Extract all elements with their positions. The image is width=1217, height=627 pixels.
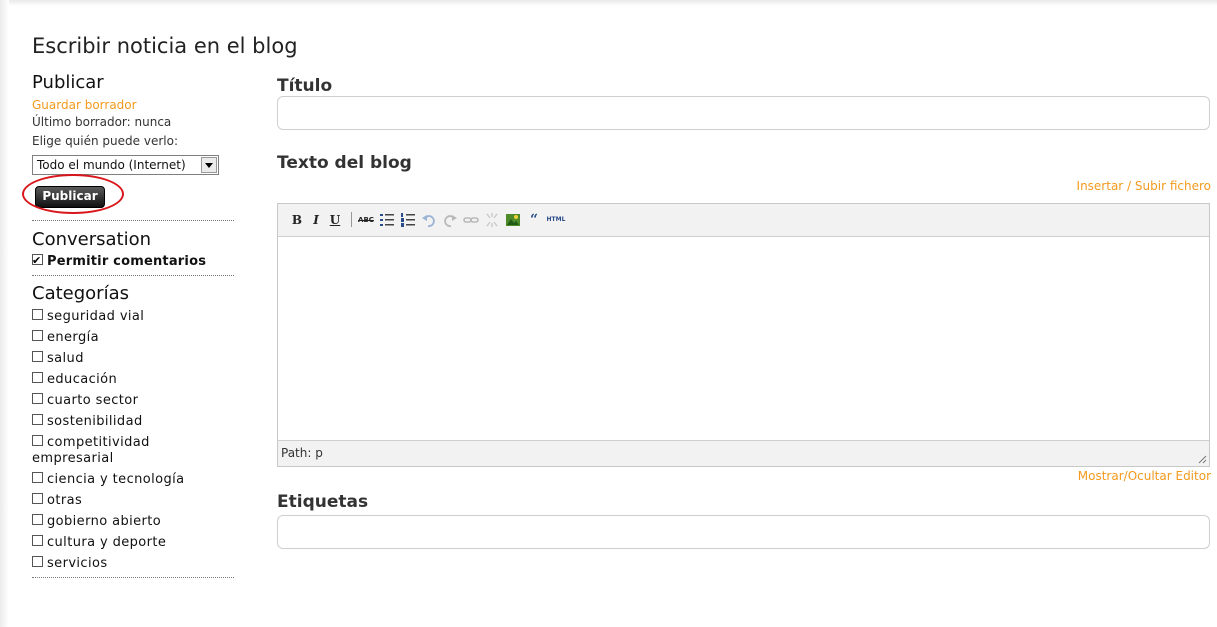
conversation-title: Conversation <box>32 229 152 250</box>
category-checkbox[interactable] <box>32 493 43 504</box>
category-item[interactable]: salud <box>32 348 236 369</box>
allow-comments-row[interactable]: Permitir comentarios <box>32 250 236 272</box>
visibility-value: Todo el mundo (Internet) <box>37 158 186 172</box>
visibility-label: Elige quién puede verlo: <box>32 134 178 148</box>
category-label-continuation: empresarial <box>32 451 114 466</box>
insert-upload-file-link[interactable]: Insertar / Subir fichero <box>1077 179 1211 193</box>
blog-text-label: Texto del blog <box>277 153 412 173</box>
category-item[interactable]: cultura y deporte <box>32 532 236 553</box>
allow-comments-label: Permitir comentarios <box>47 254 207 269</box>
category-label: salud <box>47 351 84 366</box>
categories-list: seguridad vial energía salud educación c… <box>32 306 236 574</box>
redo-icon[interactable] <box>442 212 458 228</box>
italic-button[interactable]: I <box>309 212 323 228</box>
category-item[interactable]: seguridad vial <box>32 306 236 327</box>
category-checkbox[interactable] <box>32 414 43 425</box>
editor-toolbar: B I U ABC “ HTML <box>278 204 1209 237</box>
html-source-button[interactable]: HTML <box>546 212 566 228</box>
divider <box>32 577 234 578</box>
category-item[interactable]: educación <box>32 369 236 390</box>
conversation-section: Conversation Permitir comentarios <box>32 229 236 272</box>
category-checkbox[interactable] <box>32 330 43 341</box>
categories-section: Categorías seguridad vial energía salud … <box>32 283 236 574</box>
category-checkbox[interactable] <box>32 535 43 546</box>
rich-text-editor: B I U ABC “ HTML Path: p <box>277 203 1210 467</box>
category-checkbox[interactable] <box>32 372 43 383</box>
category-item[interactable]: sostenibilidad <box>32 411 236 432</box>
page-title: Escribir noticia en el blog <box>32 34 298 58</box>
category-label: cuarto sector <box>47 393 139 408</box>
underline-button[interactable]: U <box>328 212 342 228</box>
category-item[interactable]: ciencia y tecnología <box>32 469 236 490</box>
divider <box>32 275 234 276</box>
category-label: sostenibilidad <box>47 414 143 429</box>
categories-title: Categorías <box>32 283 129 304</box>
blockquote-icon[interactable]: “ <box>526 212 542 228</box>
save-draft-link[interactable]: Guardar borrador <box>32 98 137 112</box>
spellcheck-button[interactable]: ABC <box>358 212 374 228</box>
toggle-editor-link[interactable]: Mostrar/Ocultar Editor <box>1078 469 1211 483</box>
title-label: Título <box>277 76 333 96</box>
category-checkbox[interactable] <box>32 351 43 362</box>
divider <box>32 220 234 221</box>
editor-content-area[interactable] <box>278 237 1209 440</box>
element-path: Path: p <box>281 446 323 460</box>
category-label: competitividad <box>47 435 150 450</box>
dropdown-arrow-icon[interactable] <box>201 157 217 173</box>
category-checkbox[interactable] <box>32 556 43 567</box>
category-checkbox[interactable] <box>32 435 43 446</box>
link-icon[interactable] <box>463 212 479 228</box>
category-label: educación <box>47 372 118 387</box>
category-checkbox[interactable] <box>32 309 43 320</box>
resize-grip-icon[interactable] <box>1197 454 1207 464</box>
undo-icon[interactable] <box>421 212 437 228</box>
publish-button-wrap: Publicar <box>22 174 236 219</box>
category-label: seguridad vial <box>47 309 145 324</box>
category-item[interactable]: gobierno abierto <box>32 511 236 532</box>
category-label: otras <box>47 493 83 508</box>
bullet-list-icon[interactable] <box>379 212 395 228</box>
publish-section: Publicar Guardar borrador Último borrado… <box>22 72 236 219</box>
category-label: servicios <box>47 556 108 571</box>
last-draft-text: Último borrador: nunca <box>32 115 172 129</box>
image-icon[interactable] <box>505 212 521 228</box>
tags-label: Etiquetas <box>277 492 369 512</box>
category-label: gobierno abierto <box>47 514 162 529</box>
category-checkbox[interactable] <box>32 472 43 483</box>
editor-status-bar: Path: p <box>278 440 1209 466</box>
category-label: energía <box>47 330 99 345</box>
category-item[interactable]: competitividad empresarial <box>32 432 236 469</box>
category-item[interactable]: servicios <box>32 553 236 574</box>
toolbar-separator <box>351 212 352 227</box>
sidebar: Publicar Guardar borrador Último borrado… <box>22 72 236 578</box>
category-checkbox[interactable] <box>32 514 43 525</box>
left-shadow <box>0 0 9 627</box>
category-item[interactable]: energía <box>32 327 236 348</box>
top-shadow <box>0 0 1217 6</box>
publish-button[interactable]: Publicar <box>35 186 105 208</box>
category-checkbox[interactable] <box>32 393 43 404</box>
bold-button[interactable]: B <box>290 212 304 228</box>
tags-input[interactable] <box>277 515 1210 549</box>
category-item[interactable]: otras <box>32 490 236 511</box>
category-label: ciencia y tecnología <box>47 472 185 487</box>
allow-comments-checkbox[interactable] <box>32 250 43 271</box>
unlink-icon[interactable] <box>484 212 500 228</box>
category-label: cultura y deporte <box>47 535 167 550</box>
category-item[interactable]: cuarto sector <box>32 390 236 411</box>
title-input[interactable] <box>277 96 1210 130</box>
publish-title: Publicar <box>32 72 104 93</box>
visibility-select[interactable]: Todo el mundo (Internet) <box>32 155 219 175</box>
numbered-list-icon[interactable] <box>400 212 416 228</box>
